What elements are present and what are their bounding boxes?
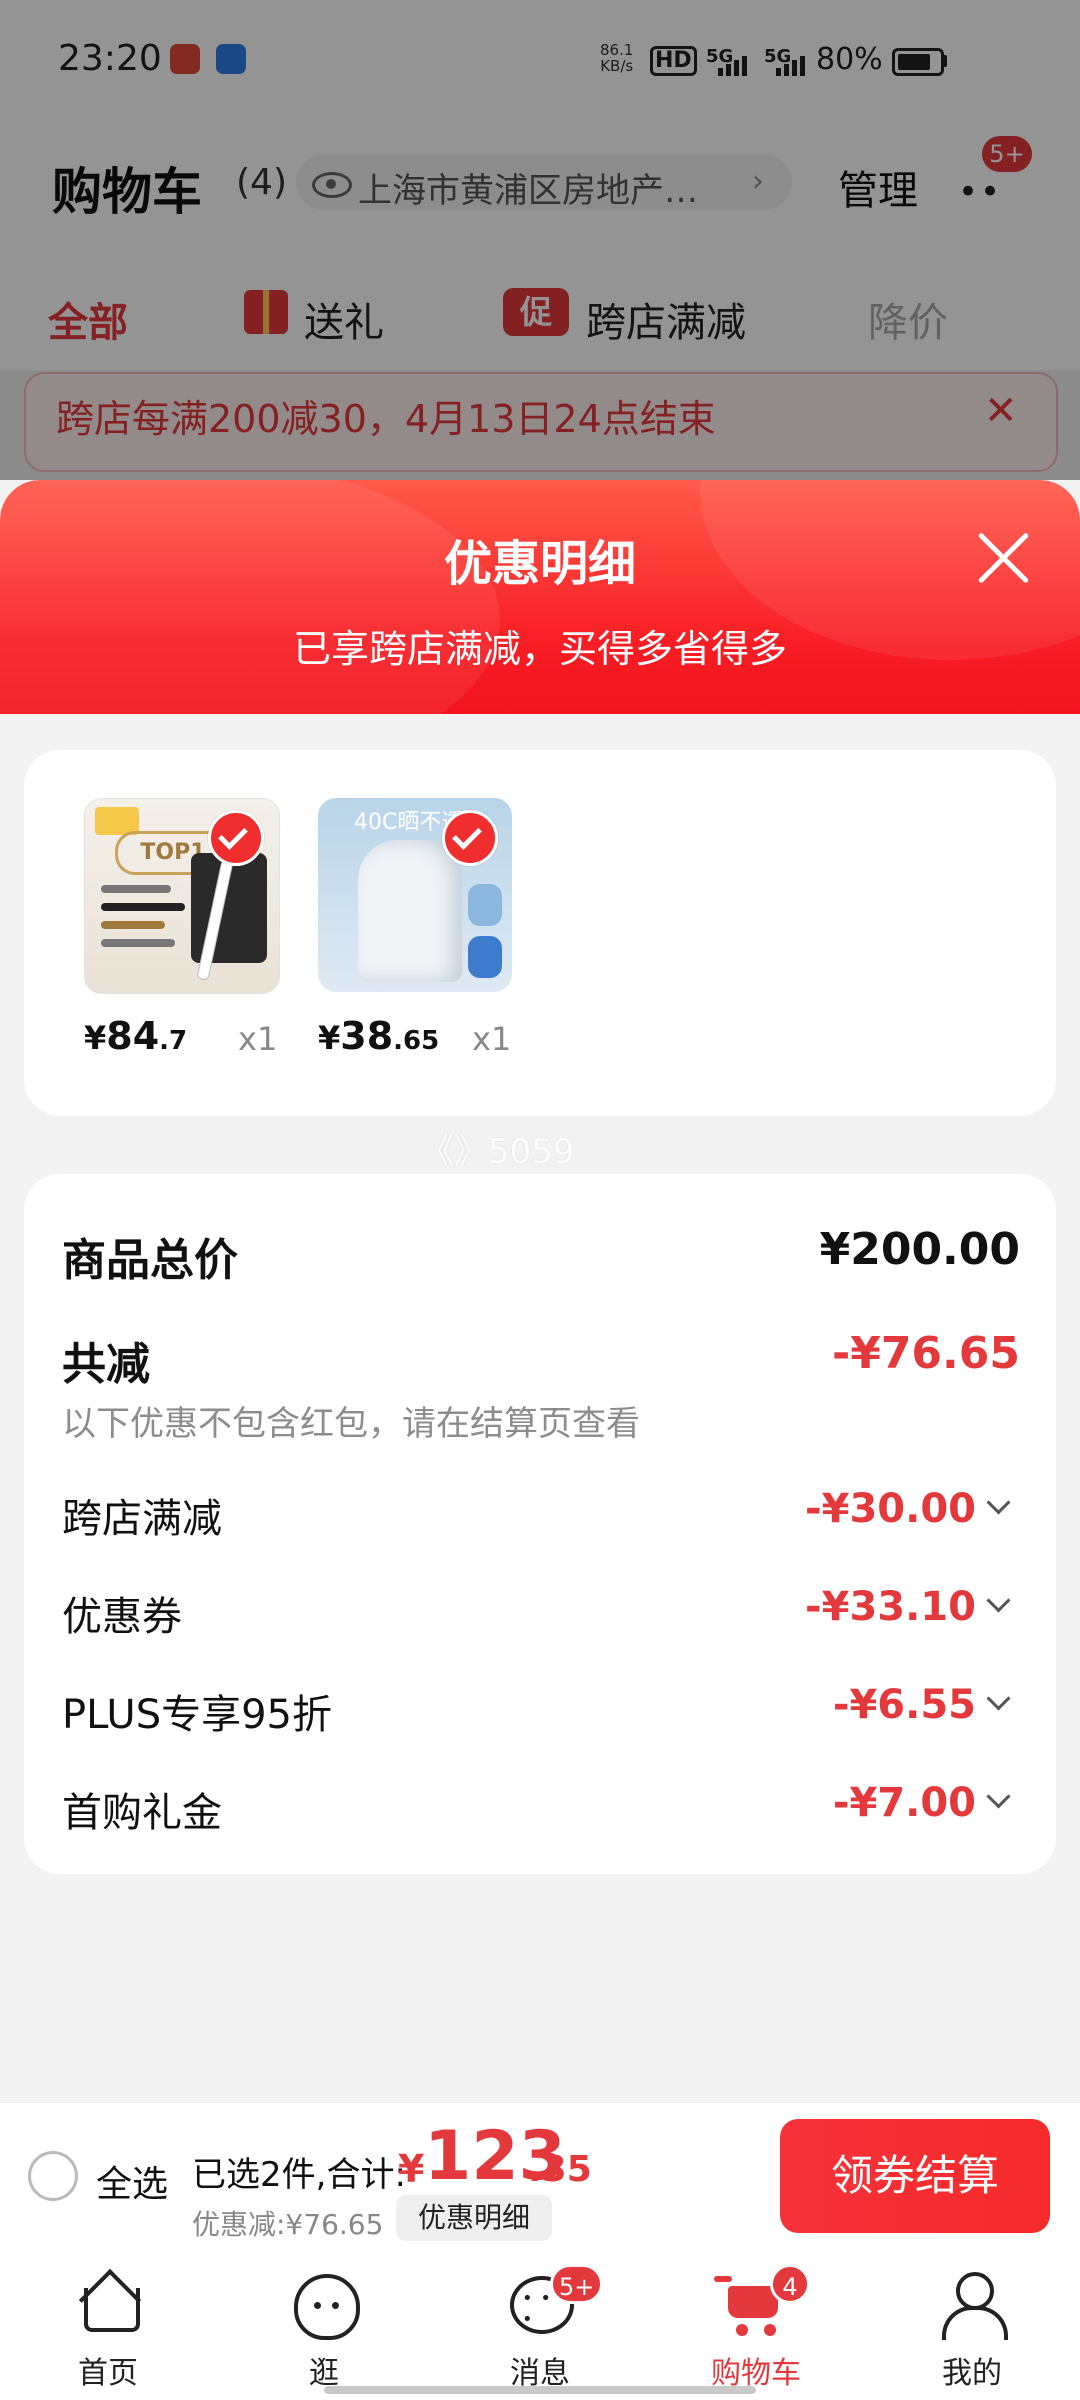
message-badge: 5+ (550, 2264, 604, 2304)
tab-cart[interactable]: 4 购物车 (648, 2252, 864, 2400)
selected-check-icon[interactable] (442, 810, 498, 866)
selected-products-card: TOP1 40C晒不透 ¥84.7 x1 ¥38.65 x1 (24, 750, 1056, 1116)
chevron-down-icon[interactable] (986, 1490, 1011, 1515)
product-qty: x1 (472, 1020, 512, 1058)
tab-browse[interactable]: 逛 (216, 2252, 432, 2400)
watermark: 《》5059 (420, 1132, 575, 1172)
discount-item-value[interactable]: -¥6.55 (833, 1682, 976, 1728)
select-all-checkbox[interactable] (28, 2151, 78, 2201)
modal-scrim[interactable] (0, 0, 1080, 480)
discount-item-label[interactable]: 优惠券 (62, 1584, 182, 1642)
sheet-header: 优惠明细 已享跨店满减，买得多省得多 (0, 480, 1080, 714)
chevron-down-icon[interactable] (986, 1784, 1011, 1809)
product-qty: x1 (238, 1020, 278, 1058)
profile-icon (940, 2272, 1008, 2340)
browse-icon (292, 2272, 360, 2340)
total-label: 商品总价 (62, 1235, 238, 1286)
tab-profile[interactable]: 我的 (864, 2252, 1080, 2400)
total-currency: ¥ (398, 2147, 425, 2191)
discount-item-label[interactable]: 首购礼金 (62, 1780, 222, 1838)
chevron-down-icon[interactable] (986, 1686, 1011, 1711)
discount-item-value[interactable]: -¥7.00 (833, 1780, 976, 1826)
close-icon[interactable] (976, 530, 1032, 586)
sheet-title: 优惠明细 (443, 536, 636, 592)
saved-text: 优惠减:¥76.65 (192, 2208, 384, 2241)
checkout-button[interactable]: 领券结算 (780, 2119, 1050, 2233)
select-all-label[interactable]: 全选 (96, 2155, 168, 2207)
product-price: ¥84.7 (84, 1014, 188, 1058)
discount-hint: 以下优惠不包含红包，请在结算页查看 (62, 1404, 640, 1444)
discount-item-value[interactable]: -¥30.00 (805, 1486, 976, 1532)
tab-label: 首页 (78, 2356, 138, 2391)
checkout-bar: 全选 已选2件,合计: ¥ 123 .35 优惠减:¥76.65 优惠明细 领券… (0, 2102, 1080, 2253)
tab-label: 我的 (942, 2356, 1002, 2391)
total-value: ¥200.00 (819, 1224, 1020, 1275)
total-decimal: .35 (528, 2149, 592, 2190)
discount-value: -¥76.65 (831, 1328, 1020, 1379)
bottom-tab-bar: 首页 逛 5+ 消息 4 购物车 我的 (0, 2252, 1080, 2400)
tab-home[interactable]: 首页 (0, 2252, 216, 2400)
selected-check-icon[interactable] (208, 810, 264, 866)
chevron-down-icon[interactable] (986, 1588, 1011, 1613)
discount-detail-button[interactable]: 优惠明细 (396, 2195, 552, 2241)
tab-messages[interactable]: 5+ 消息 (432, 2252, 648, 2400)
home-icon (76, 2268, 142, 2336)
discount-summary-card: 商品总价 ¥200.00 共减 -¥76.65 以下优惠不包含红包，请在结算页查… (24, 1174, 1056, 1874)
sheet-subtitle: 已享跨店满减，买得多省得多 (292, 627, 787, 671)
cart-badge: 4 (770, 2264, 810, 2304)
home-indicator[interactable] (324, 2386, 756, 2394)
discount-label: 共减 (62, 1339, 150, 1390)
discount-item-value[interactable]: -¥33.10 (805, 1584, 976, 1630)
product-price: ¥38.65 (318, 1014, 440, 1058)
selected-count-text: 已选2件,合计: (192, 2155, 406, 2195)
discount-item-label[interactable]: 跨店满减 (62, 1486, 222, 1544)
discount-item-label[interactable]: PLUS专享95折 (62, 1682, 332, 1740)
